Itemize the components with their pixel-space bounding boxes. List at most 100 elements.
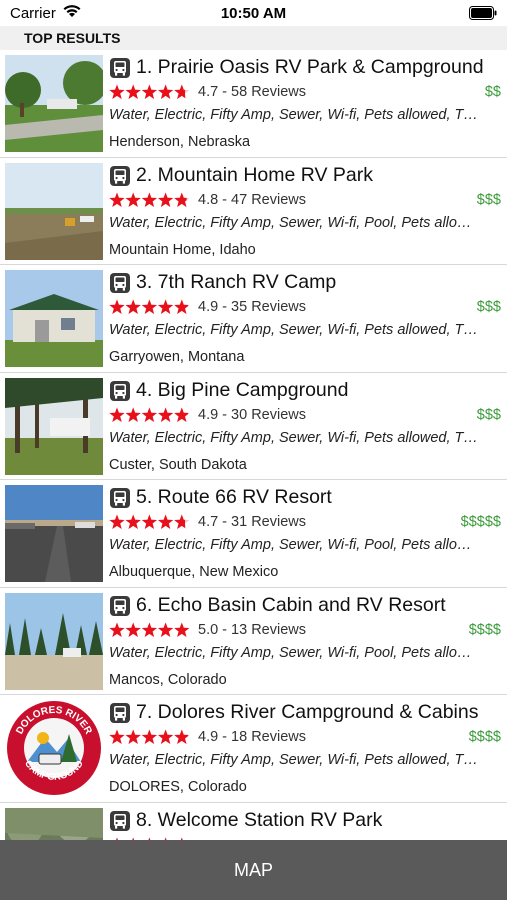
clock: 10:50 AM (220, 5, 287, 22)
amenities-list: Water, Electric, Fifty Amp, Sewer, Wi-fi… (109, 537, 472, 553)
result-title-text: 5. Route 66 RV Resort (136, 486, 332, 508)
result-title-text: 2. Mountain Home RV Park (136, 163, 373, 186)
star-icon (125, 729, 141, 744)
star-icon (174, 407, 189, 422)
star-icon (141, 192, 158, 207)
star-icon (174, 299, 189, 314)
star-icon (141, 514, 158, 529)
star-icon (125, 514, 141, 529)
star-icon (141, 407, 158, 422)
rv-icon (109, 487, 131, 510)
campground-photo (5, 377, 103, 475)
star-icon (157, 622, 174, 637)
location-label: Mancos, Colorado (109, 671, 227, 688)
star-rating (109, 513, 191, 531)
review-summary: 4.7 - 31 Reviews (198, 514, 306, 530)
location-label: Custer, South Dakota (109, 456, 247, 473)
result-title-text: 6. Echo Basin Cabin and RV Resort (136, 593, 446, 616)
price-level: $$$$ (468, 621, 501, 638)
result-row[interactable]: 6. Echo Basin Cabin and RV Resort 5.0 - 1… (0, 588, 507, 695)
status-bar: Carrier 10:50 AM (0, 0, 507, 26)
price-level: $$ (484, 84, 501, 100)
result-title-text: 3. 7th Ranch RV Camp (136, 271, 337, 293)
amenities-list: Water, Electric, Fifty Amp, Sewer, Wi-fi… (109, 322, 478, 338)
amenities-list: Water, Electric, Fifty Amp, Sewer, Wi-fi… (109, 214, 472, 231)
amenities-list: Water, Electric, Fifty Amp, Sewer, Wi-fi… (109, 644, 472, 661)
price-level: $$$ (476, 191, 501, 208)
rating-line: 5.0 - 13 Reviews $$$$ (109, 621, 501, 641)
result-row[interactable]: 1. Prairie Oasis RV Park & Campground 4.7… (0, 50, 507, 158)
star-icon (125, 84, 141, 99)
rv-icon (109, 165, 131, 188)
review-summary: 4.8 - 47 Reviews (198, 191, 306, 208)
campground-logo-image: DOLORES RIVER CAMPGROUND (5, 700, 103, 797)
map-button-label: MAP (233, 860, 273, 880)
star-icon (109, 192, 125, 207)
star-icon (141, 299, 158, 314)
star-icon (141, 729, 158, 744)
result-title: 7. Dolores River Campground & Cabins (109, 701, 504, 725)
rating-line: 4.7 - 31 Reviews $$$$$ (109, 513, 501, 533)
result-title: 5. Route 66 RV Resort (109, 486, 504, 510)
result-row[interactable]: 3. 7th Ranch RV Camp 4.9 - 35 Reviews $$$ W… (0, 265, 507, 373)
review-summary: 4.7 - 58 Reviews (198, 84, 306, 100)
star-icon (109, 407, 125, 422)
result-row[interactable]: 8. Welcome Station RV Park (0, 803, 507, 840)
section-header: TOP RESULTS (0, 26, 507, 50)
review-summary: 4.9 - 35 Reviews (198, 299, 306, 315)
amenities-list: Water, Electric, Fifty Amp, Sewer, Wi-fi… (109, 107, 478, 123)
rating-line: 4.7 - 58 Reviews $$ (109, 83, 501, 103)
star-icon (109, 622, 125, 637)
review-summary: 5.0 - 13 Reviews (198, 621, 306, 638)
map-button[interactable]: MAP (0, 840, 507, 900)
result-title: 2. Mountain Home RV Park (109, 164, 504, 188)
star-icon (157, 729, 174, 744)
results-list[interactable]: 1. Prairie Oasis RV Park & Campground 4.7… (0, 50, 507, 840)
price-level: $$$$ (468, 729, 501, 745)
rv-icon (109, 810, 131, 833)
result-title: 4. Big Pine Campground (109, 379, 504, 403)
price-level: $$$ (476, 299, 501, 315)
star-icon (125, 299, 141, 314)
rv-icon (109, 702, 131, 725)
star-rating (109, 406, 191, 424)
star-rating (109, 621, 191, 639)
star-icon (109, 514, 125, 529)
star-icon (141, 622, 158, 637)
star-icon (157, 407, 174, 422)
campground-photo (5, 270, 103, 367)
star-icon (174, 622, 190, 637)
star-icon (157, 84, 174, 99)
price-level: $$$$$ (460, 514, 501, 530)
location-label: DOLORES, Colorado (109, 779, 247, 795)
rv-icon (109, 380, 131, 403)
star-icon (141, 84, 158, 99)
result-row[interactable]: 4. Big Pine Campground 4.9 - 30 Reviews $$… (0, 373, 507, 480)
result-title-text: 8. Welcome Station RV Park (136, 808, 383, 831)
result-title: 1. Prairie Oasis RV Park & Campground (109, 56, 504, 80)
star-icon (125, 407, 141, 422)
price-level: $$$ (476, 406, 501, 423)
star-icon (109, 299, 125, 314)
result-row[interactable]: 2. Mountain Home RV Park 4.8 - 47 Reviews… (0, 158, 507, 265)
star-rating (109, 83, 191, 101)
star-icon (174, 729, 189, 744)
star-icon (109, 729, 125, 744)
rating-line: 4.8 - 47 Reviews $$$ (109, 191, 501, 211)
section-title: TOP RESULTS (24, 30, 121, 46)
location-label: Albuquerque, New Mexico (109, 564, 279, 580)
star-icon (157, 192, 174, 207)
location-label: Mountain Home, Idaho (109, 241, 256, 258)
star-icon (125, 192, 141, 207)
rating-line: 4.9 - 35 Reviews $$$ (109, 298, 501, 318)
review-summary: 4.9 - 30 Reviews (198, 406, 306, 423)
result-row[interactable]: DOLORES RIVER CAMPGROUND 7. Dolores River … (0, 695, 507, 803)
location-label: Garryowen, Montana (109, 349, 245, 365)
campground-photo (5, 162, 103, 260)
rating-line: 4.9 - 30 Reviews $$$ (109, 406, 501, 426)
result-row[interactable]: 5. Route 66 RV Resort 4.7 - 31 Reviews $$$… (0, 480, 507, 588)
star-icon (157, 514, 174, 529)
campground-photo (5, 807, 103, 840)
result-title: 6. Echo Basin Cabin and RV Resort (109, 594, 504, 618)
star-icon (157, 299, 174, 314)
